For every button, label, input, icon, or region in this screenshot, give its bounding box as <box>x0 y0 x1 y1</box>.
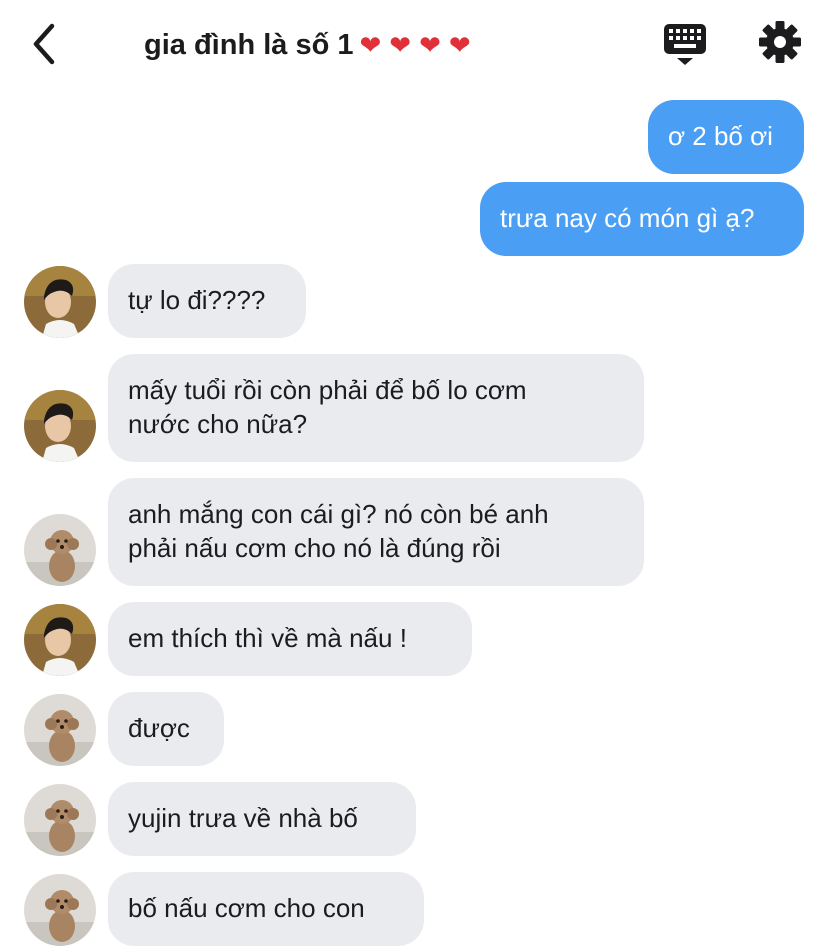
keyboard-button[interactable] <box>662 22 708 66</box>
chevron-left-icon <box>33 23 55 65</box>
heart-emoji-icons: ❤❤❤❤ <box>359 31 479 61</box>
outgoing-message-bubble[interactable]: ơ 2 bố ơi <box>648 100 804 174</box>
incoming-message-bubble[interactable]: mấy tuổi rồi còn phải để bố lo cơm nước … <box>108 354 644 462</box>
settings-button[interactable] <box>758 20 802 64</box>
incoming-message-bubble[interactable]: anh mắng con cái gì? nó còn bé anh phải … <box>108 478 644 586</box>
avatar-dog[interactable] <box>24 694 96 766</box>
outgoing-message-bubble[interactable]: trưa nay có món gì ạ? <box>480 182 804 256</box>
avatar-boy[interactable] <box>24 266 96 338</box>
incoming-message-bubble[interactable]: em thích thì về mà nấu ! <box>108 602 472 676</box>
gear-icon <box>759 21 801 63</box>
avatar-boy[interactable] <box>24 390 96 462</box>
avatar-dog[interactable] <box>24 874 96 946</box>
incoming-message-bubble[interactable]: tự lo đi???? <box>108 264 306 338</box>
chat-title-text: gia đình là số 1 <box>144 29 354 61</box>
chat-header: gia đình là số 1 ❤❤❤❤ <box>0 0 828 90</box>
incoming-message-bubble[interactable]: được <box>108 692 224 766</box>
avatar-dog[interactable] <box>24 784 96 856</box>
chat-title: gia đình là số 1 ❤❤❤❤ <box>144 24 479 66</box>
avatar-dog[interactable] <box>24 514 96 586</box>
incoming-message-bubble[interactable]: yujin trưa về nhà bố <box>108 782 416 856</box>
keyboard-icon <box>664 24 706 65</box>
incoming-message-bubble[interactable]: bố nấu cơm cho con <box>108 872 424 946</box>
avatar-boy[interactable] <box>24 604 96 676</box>
back-button[interactable] <box>28 22 64 66</box>
